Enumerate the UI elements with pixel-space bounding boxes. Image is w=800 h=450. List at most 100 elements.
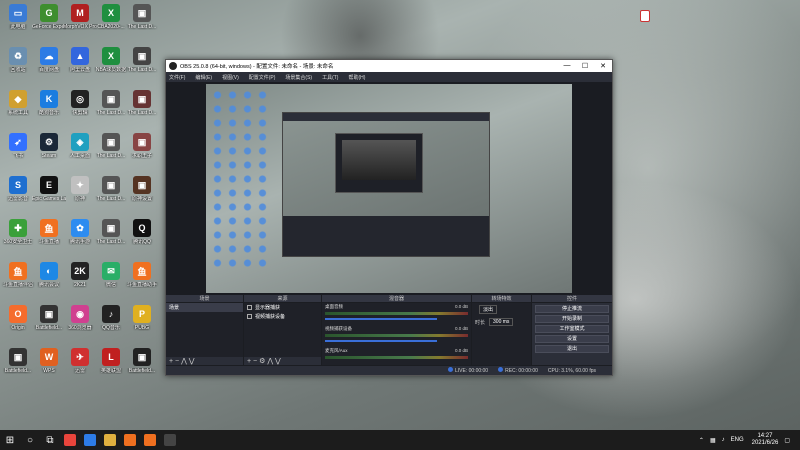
- taskbar-app[interactable]: [120, 430, 140, 450]
- desktop-icon[interactable]: ▣ Battlefield...: [125, 348, 159, 374]
- desktop-icon[interactable]: ▣ The Last D...: [125, 90, 159, 116]
- desktop-icon[interactable]: ◎ 快剪辑: [63, 90, 97, 116]
- desktop-icon[interactable]: ✈ 迅雷: [63, 348, 97, 374]
- stop-streaming-button[interactable]: 停止推流: [535, 305, 609, 313]
- volume-icon[interactable]: ♪: [722, 437, 725, 443]
- desktop-icon[interactable]: ▣ 原神设置: [125, 176, 159, 202]
- desktop-icon[interactable]: 鱼斗鱼直播: [32, 219, 66, 245]
- desktop-icon[interactable]: ➶ 飞书: [1, 133, 35, 159]
- move-up-icon[interactable]: ⋀: [267, 358, 273, 365]
- douyu-icon: [124, 434, 136, 446]
- taskbar-app[interactable]: [100, 430, 120, 450]
- notification-icon[interactable]: ▢: [784, 437, 790, 444]
- desktop-icon[interactable]: ▣ The Last D...: [94, 176, 128, 202]
- scene-item[interactable]: 场景: [166, 303, 243, 312]
- desktop-icon[interactable]: L 英雄联盟: [94, 348, 128, 374]
- desktop-icon[interactable]: ◆ 系统工具: [1, 90, 35, 116]
- desktop-icon[interactable]: ◐ 腾讯会议: [32, 262, 66, 288]
- taskbar-app[interactable]: [60, 430, 80, 450]
- desktop-icon[interactable]: E Epic Games Launcher: [32, 176, 66, 202]
- chevron-up-icon[interactable]: ⌃: [699, 437, 704, 444]
- menu-scene-collection[interactable]: 场景集合(S): [285, 74, 312, 81]
- obs-title-bar[interactable]: OBS 25.0.8 (64-bit, windows) - 配置文件: 未命名…: [166, 60, 612, 72]
- move-down-icon[interactable]: ⋁: [275, 358, 281, 365]
- desktop-icon[interactable]: ▣ The Last D...: [94, 219, 128, 245]
- desktop-icon[interactable]: ♻ 回收站: [1, 47, 35, 73]
- desktop-icon[interactable]: ▣ Battlefield...: [1, 348, 35, 374]
- menu-view[interactable]: 视图(V): [222, 74, 239, 81]
- menu-profile[interactable]: 配置文件(P): [249, 74, 276, 81]
- desktop-icon[interactable]: K 酷狗音乐: [32, 90, 66, 116]
- desktop-icon[interactable]: ▲ 阿里云盘: [63, 47, 97, 73]
- desktop-icon[interactable]: Q 腾讯QQ: [125, 219, 159, 245]
- desktop-icon[interactable]: ▣ The Last D...: [94, 133, 128, 159]
- obs-preview[interactable]: [166, 82, 612, 295]
- taskbar-app[interactable]: [140, 430, 160, 450]
- move-down-icon[interactable]: ⋁: [189, 358, 195, 365]
- desktop-icon[interactable]: 2K 2K21: [63, 262, 97, 288]
- desktop-icon[interactable]: ✿ 腾讯手游: [63, 219, 97, 245]
- desktop-icon[interactable]: ▣ The Last D...: [94, 90, 128, 116]
- exit-button[interactable]: 退出: [535, 345, 609, 353]
- volume-slider[interactable]: [325, 318, 437, 320]
- source-item[interactable]: 显示器捕获: [244, 303, 321, 312]
- desktop-icon-label: Epic Games Launcher: [32, 196, 66, 202]
- studio-mode-button[interactable]: 工作室模式: [535, 325, 609, 333]
- remove-icon[interactable]: −: [253, 358, 257, 365]
- network-icon[interactable]: ▦: [710, 437, 716, 444]
- language-indicator[interactable]: ENG: [731, 437, 744, 443]
- game-icon: ▣: [40, 305, 58, 323]
- desktop-icon[interactable]: ⚙ Steam: [32, 133, 66, 159]
- desktop-icon[interactable]: ◉ 360浏览器: [63, 305, 97, 331]
- menu-tools[interactable]: 工具(T): [322, 74, 338, 81]
- mixer-dock: 混音器 桌面音频 0.0 dB 视频捕获设备 0.0 dB 麦克风/Aux 0.…: [322, 295, 472, 367]
- desktop-icon[interactable]: X NBA球员数据: [94, 47, 128, 73]
- desktop-icon[interactable]: 鱼斗鱼直播助手: [125, 262, 159, 288]
- add-icon[interactable]: +: [247, 358, 251, 365]
- menu-edit[interactable]: 编辑(E): [195, 74, 212, 81]
- windows-start-icon[interactable]: ⊞: [0, 430, 20, 450]
- desktop-icon-label: The Last D...: [127, 24, 157, 30]
- taskbar-app[interactable]: [80, 430, 100, 450]
- desktop-icon[interactable]: O Origin: [1, 305, 35, 331]
- volume-meter: [325, 334, 468, 337]
- desktop-icon[interactable]: M MorphVOX Pro: [63, 4, 97, 30]
- volume-slider[interactable]: [325, 340, 437, 342]
- start-recording-button[interactable]: 开始录制: [535, 315, 609, 323]
- desktop-icon[interactable]: ▣ 求职王子: [125, 133, 159, 159]
- gear-icon[interactable]: ⚙: [259, 358, 265, 365]
- transition-select[interactable]: 淡出: [479, 305, 498, 314]
- desktop-icon[interactable]: ✉ 微信: [94, 262, 128, 288]
- desktop-icon[interactable]: P PUBG: [125, 305, 159, 331]
- clock[interactable]: 14:27 2021/6/26: [752, 433, 779, 447]
- source-item[interactable]: 视频捕获设备: [244, 312, 321, 321]
- desktop-icon[interactable]: ✚ 360安全卫士: [1, 219, 35, 245]
- obs-window[interactable]: OBS 25.0.8 (64-bit, windows) - 配置文件: 未命名…: [165, 59, 613, 376]
- move-up-icon[interactable]: ⋀: [181, 358, 187, 365]
- desktop-icon[interactable]: G GeForce Experience: [32, 4, 66, 30]
- remove-icon[interactable]: −: [175, 358, 179, 365]
- desktop-icon[interactable]: ✦ 原神: [63, 176, 97, 202]
- desktop-icon[interactable]: ♪ QQ音乐: [94, 305, 128, 331]
- add-icon[interactable]: +: [169, 358, 173, 365]
- maximize-button[interactable]: ☐: [576, 62, 594, 70]
- desktop-icon[interactable]: ▣ The Last D...: [125, 47, 159, 73]
- desktop-icon[interactable]: S 迅雷影音: [1, 176, 35, 202]
- menu-help[interactable]: 帮助(H): [348, 74, 365, 81]
- desktop-icon[interactable]: ◈ 人工桌面: [63, 133, 97, 159]
- desktop-icon[interactable]: X CBA2020-...: [94, 4, 128, 30]
- taskbar-app[interactable]: [160, 430, 180, 450]
- duration-input[interactable]: 300 ms: [489, 318, 514, 326]
- settings-button[interactable]: 设置: [535, 335, 609, 343]
- desktop-icon[interactable]: 鱼斗鱼直播伴侣: [1, 262, 35, 288]
- desktop-icon[interactable]: W WPS: [32, 348, 66, 374]
- menu-file[interactable]: 文件(F): [169, 74, 185, 81]
- desktop-icon[interactable]: ▣ Battlefield...: [32, 305, 66, 331]
- desktop-icon[interactable]: ▭ 此电脑: [1, 4, 35, 30]
- search-icon[interactable]: ○: [20, 430, 40, 450]
- minimize-button[interactable]: —: [558, 62, 576, 70]
- desktop-icon[interactable]: ☁ 百度网盘: [32, 47, 66, 73]
- desktop-icon[interactable]: ▣ The Last D...: [125, 4, 159, 30]
- task-view-icon[interactable]: ⧉: [40, 430, 60, 450]
- close-button[interactable]: ✕: [594, 62, 612, 70]
